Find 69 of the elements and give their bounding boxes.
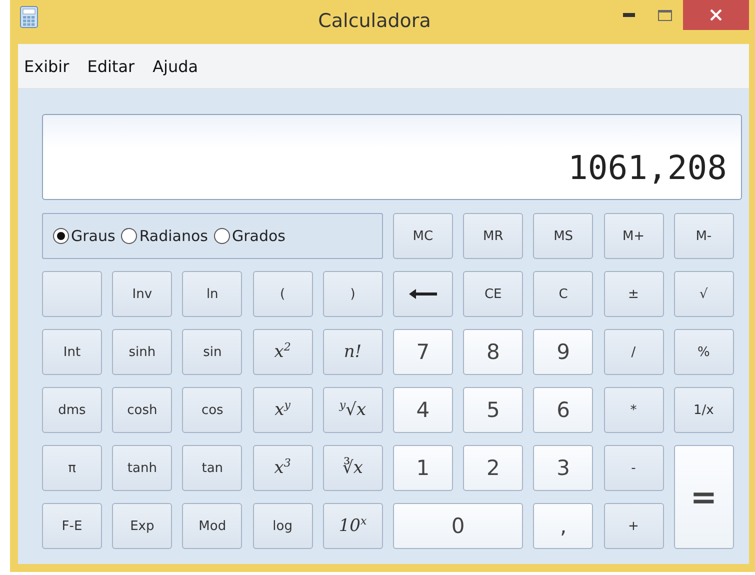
function-button[interactable]: π xyxy=(42,445,102,491)
minimize-icon xyxy=(623,13,635,17)
radio-button[interactable] xyxy=(121,228,138,244)
digit-button[interactable]: 5 xyxy=(463,387,524,433)
function-button[interactable]: sinh xyxy=(112,329,172,375)
menu-item[interactable]: Editar xyxy=(87,56,135,76)
function-button[interactable]: 10$^{x}$ xyxy=(322,503,383,549)
digit-button[interactable]: 9 xyxy=(533,329,594,375)
function-button[interactable]: MC xyxy=(392,213,453,259)
function-button[interactable]: x$^{y}$ xyxy=(252,387,313,433)
window-title: Calculadora xyxy=(317,10,432,32)
function-button[interactable]: - xyxy=(604,445,664,491)
function-button[interactable]: Inv xyxy=(112,271,172,317)
function-button[interactable]: $^{y}$√x xyxy=(322,387,383,433)
menu-item[interactable]: Ajuda xyxy=(152,56,198,76)
backspace-button[interactable] xyxy=(392,271,453,317)
angle-unit-option[interactable]: Grados xyxy=(214,227,286,245)
digit-button[interactable]: 8 xyxy=(463,329,524,375)
function-button[interactable]: MS xyxy=(533,213,594,259)
digit-button[interactable]: 6 xyxy=(533,387,594,433)
function-button[interactable]: n! xyxy=(322,329,383,375)
function-button[interactable]: x$^{2}$ xyxy=(252,329,313,375)
function-button[interactable]: Int xyxy=(42,329,102,375)
calculator-icon xyxy=(20,6,38,28)
function-button[interactable]: * xyxy=(604,387,664,433)
function-button[interactable]: √ xyxy=(674,271,734,317)
function-button[interactable]: F-E xyxy=(42,503,102,549)
function-button[interactable]: tan xyxy=(182,445,242,491)
function-button[interactable]: 1/x xyxy=(674,387,734,433)
function-button[interactable]: cos xyxy=(182,387,242,433)
function-button[interactable]: dms xyxy=(42,387,102,433)
function-button[interactable]: tanh xyxy=(112,445,172,491)
function-button[interactable]: + xyxy=(604,503,664,549)
digit-button[interactable]: , xyxy=(533,503,594,549)
function-button[interactable]: log xyxy=(252,503,313,549)
digit-button[interactable]: 2 xyxy=(463,445,524,491)
function-button[interactable]: C xyxy=(533,271,594,317)
function-button[interactable]: CE xyxy=(463,271,524,317)
angle-unit-option[interactable]: Graus xyxy=(53,227,116,245)
angle-unit-option[interactable]: Radianos xyxy=(121,227,208,245)
arrow-left-icon xyxy=(408,288,438,300)
function-button[interactable]: x$^{3}$ xyxy=(252,445,313,491)
function-button[interactable]: M+ xyxy=(604,213,664,259)
digit-button[interactable]: 7 xyxy=(392,329,453,375)
close-button[interactable] xyxy=(683,0,749,30)
close-icon xyxy=(710,9,722,21)
digit-button[interactable]: 3 xyxy=(533,445,594,491)
function-button[interactable]: ∛x xyxy=(322,445,383,491)
digit-button[interactable]: 1 xyxy=(392,445,453,491)
maximize-icon xyxy=(658,10,672,20)
radio-button[interactable] xyxy=(214,228,230,244)
radio-button[interactable] xyxy=(53,228,69,244)
function-button[interactable]: % xyxy=(674,329,734,375)
equals-button[interactable]: = xyxy=(674,445,734,549)
function-button[interactable]: ) xyxy=(322,271,383,317)
function-button[interactable]: cosh xyxy=(112,387,172,433)
function-button[interactable]: Mod xyxy=(182,503,242,549)
digit-button[interactable]: 4 xyxy=(392,387,453,433)
function-button[interactable]: MR xyxy=(463,213,524,259)
function-button[interactable]: / xyxy=(604,329,664,375)
function-button[interactable]: Exp xyxy=(112,503,172,549)
function-button[interactable]: ± xyxy=(604,271,664,317)
function-button[interactable]: ln xyxy=(182,271,242,317)
function-button[interactable]: sin xyxy=(182,329,242,375)
menu-item[interactable]: Exibir xyxy=(24,56,70,76)
display-value: 1061,208 xyxy=(568,148,727,187)
function-button[interactable]: M- xyxy=(674,213,734,259)
digit-button[interactable]: 0 xyxy=(392,503,524,549)
function-button[interactable]: ( xyxy=(252,271,313,317)
